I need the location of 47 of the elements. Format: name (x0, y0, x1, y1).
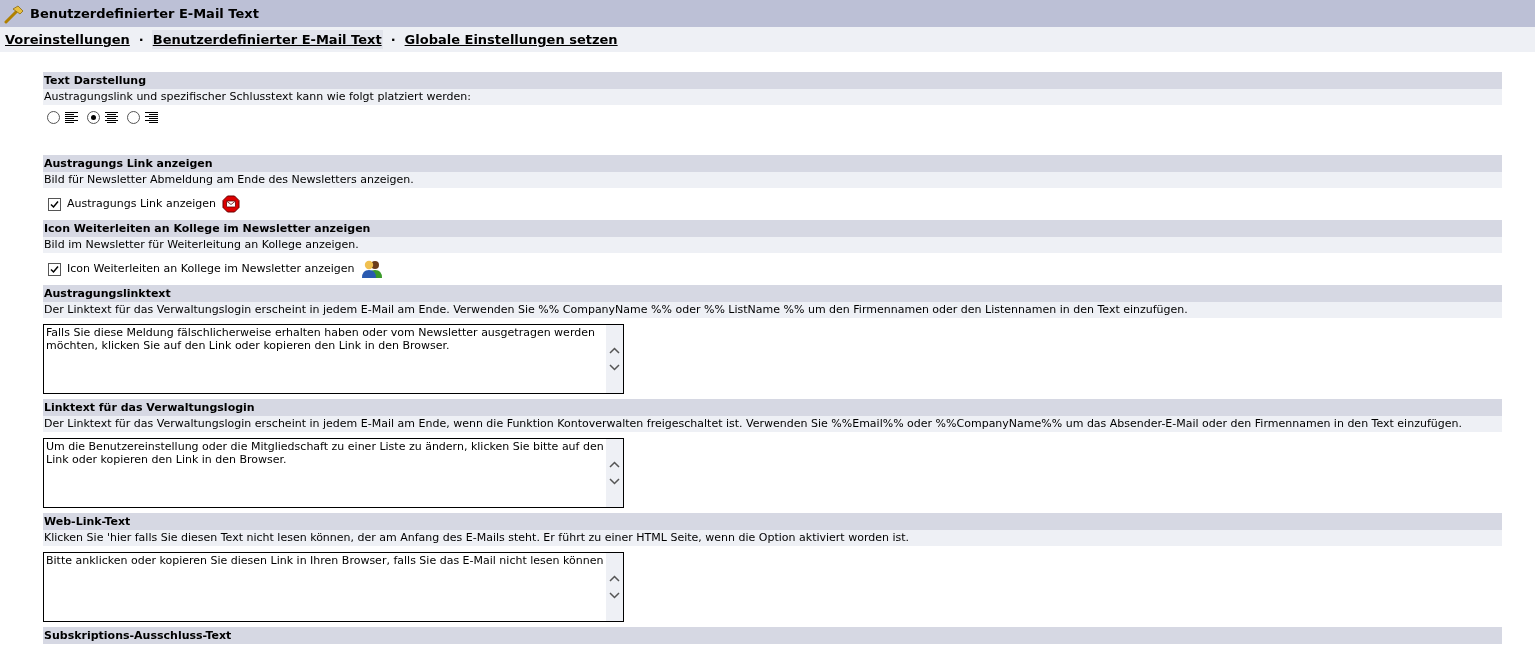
hammer-icon (3, 3, 25, 24)
nav-link[interactable]: Voreinstellungen (4, 29, 131, 50)
nav-link[interactable]: Globale Einstellungen setzen (403, 29, 619, 50)
stop-sign-icon (222, 195, 240, 213)
radio-button[interactable] (87, 111, 100, 124)
scroll-down-icon[interactable] (609, 364, 620, 371)
section-description: Der Linktext für das Verwaltungslogin erscheint in jedem E-Mail am Ende, wenn die Funktion Kontoverwalten freigeschaltet ist. Verwenden Sie %%Email%% oder %%CompanyName%% um das Absender-E-Mail oder den Firmennamen in den Text einzufügen. (43, 416, 1502, 432)
scroll-up-icon[interactable] (609, 347, 620, 354)
section-description: Klicken Sie 'hier falls Sie diesen Text nicht lesen können, der am Anfang des E-Mails steht. Er führt zu einer HTML Seite, wenn die Option aktiviert worden ist. (43, 530, 1502, 546)
section-heading: Linktext für das Verwaltungslogin (43, 399, 1502, 416)
section-heading: Subskriptions-Ausschluss-Text (43, 627, 1502, 644)
section-description: Der Linktext für das Verwaltungslogin erscheint in jedem E-Mail am Ende. Verwenden Sie %% CompanyName %% oder %% ListName %% um den Firmennamen oder den Listennamen in den Text einzufügen. (43, 302, 1502, 318)
section-heading: Austragungslinktext (43, 285, 1502, 302)
checkbox-label: Icon Weiterleiten an Kollege im Newsletter anzeigen (67, 260, 355, 277)
text-area[interactable]: Um die Benutzereinstellung oder die Mitgliedschaft zu einer Liste zu ändern, klicken Sie bitte auf den Link oder kopieren den Link in den Browser. (43, 438, 624, 508)
section-description: Bild für Newsletter Abmeldung am Ende des Newsletters anzeigen. (43, 172, 1502, 188)
text-area-value: Um die Benutzereinstellung oder die Mitgliedschaft zu einer Liste zu ändern, klicken Sie bitte auf den Link oder kopieren den Link in den Browser. (45, 439, 605, 468)
nav-link[interactable]: Benutzerdefinierter E-Mail Text (151, 29, 383, 50)
scroll-up-icon[interactable] (609, 461, 620, 468)
scrollbar[interactable] (606, 439, 623, 507)
checkbox[interactable] (48, 262, 61, 276)
text-area-value: Bitte anklicken oder kopieren Sie diesen Link in Ihren Browser, falls Sie das E-Mail nicht lesen können (45, 553, 605, 569)
checkbox[interactable] (48, 197, 61, 211)
section-description: Bild im Newsletter für Weiterleitung an Kollege anzeigen. (43, 237, 1502, 253)
align-left-icon (65, 112, 78, 123)
section-heading: Text Darstellung (43, 72, 1502, 89)
scrollbar[interactable] (606, 553, 623, 621)
text-area[interactable]: Bitte anklicken oder kopieren Sie diesen Link in Ihren Browser, falls Sie das E-Mail nicht lesen können (43, 552, 624, 622)
text-area-value: Falls Sie diese Meldung fälschlicherweise erhalten haben oder vom Newsletter ausgetragen werden möchten, klicken Sie auf den Link oder kopieren den Link in den Browser. (45, 325, 596, 354)
radio-button[interactable] (47, 111, 60, 124)
section-heading: Icon Weiterleiten an Kollege im Newsletter anzeigen (43, 220, 1502, 237)
separator-dot: · (138, 30, 144, 49)
align-right-icon (145, 112, 158, 123)
separator-dot: · (390, 30, 396, 49)
text-area[interactable]: Falls Sie diese Meldung fälschlicherweise erhalten haben oder vom Newsletter ausgetragen werden möchten, klicken Sie auf den Link oder kopieren den Link in den Browser. (43, 324, 624, 394)
people-icon (360, 259, 383, 279)
section-heading: Web-Link-Text (43, 513, 1502, 530)
checkbox-label: Austragungs Link anzeigen (67, 195, 216, 212)
scroll-down-icon[interactable] (609, 592, 620, 599)
section-description: Austragungslink und spezifischer Schlusstext kann wie folgt platziert werden: (43, 89, 1502, 105)
align-center-icon (105, 112, 118, 123)
scroll-up-icon[interactable] (609, 575, 620, 582)
section-heading: Austragungs Link anzeigen (43, 155, 1502, 172)
scrollbar[interactable] (606, 325, 623, 393)
window-title: Benutzerdefinierter E-Mail Text (30, 4, 259, 23)
radio-button[interactable] (127, 111, 140, 124)
scroll-down-icon[interactable] (609, 478, 620, 485)
